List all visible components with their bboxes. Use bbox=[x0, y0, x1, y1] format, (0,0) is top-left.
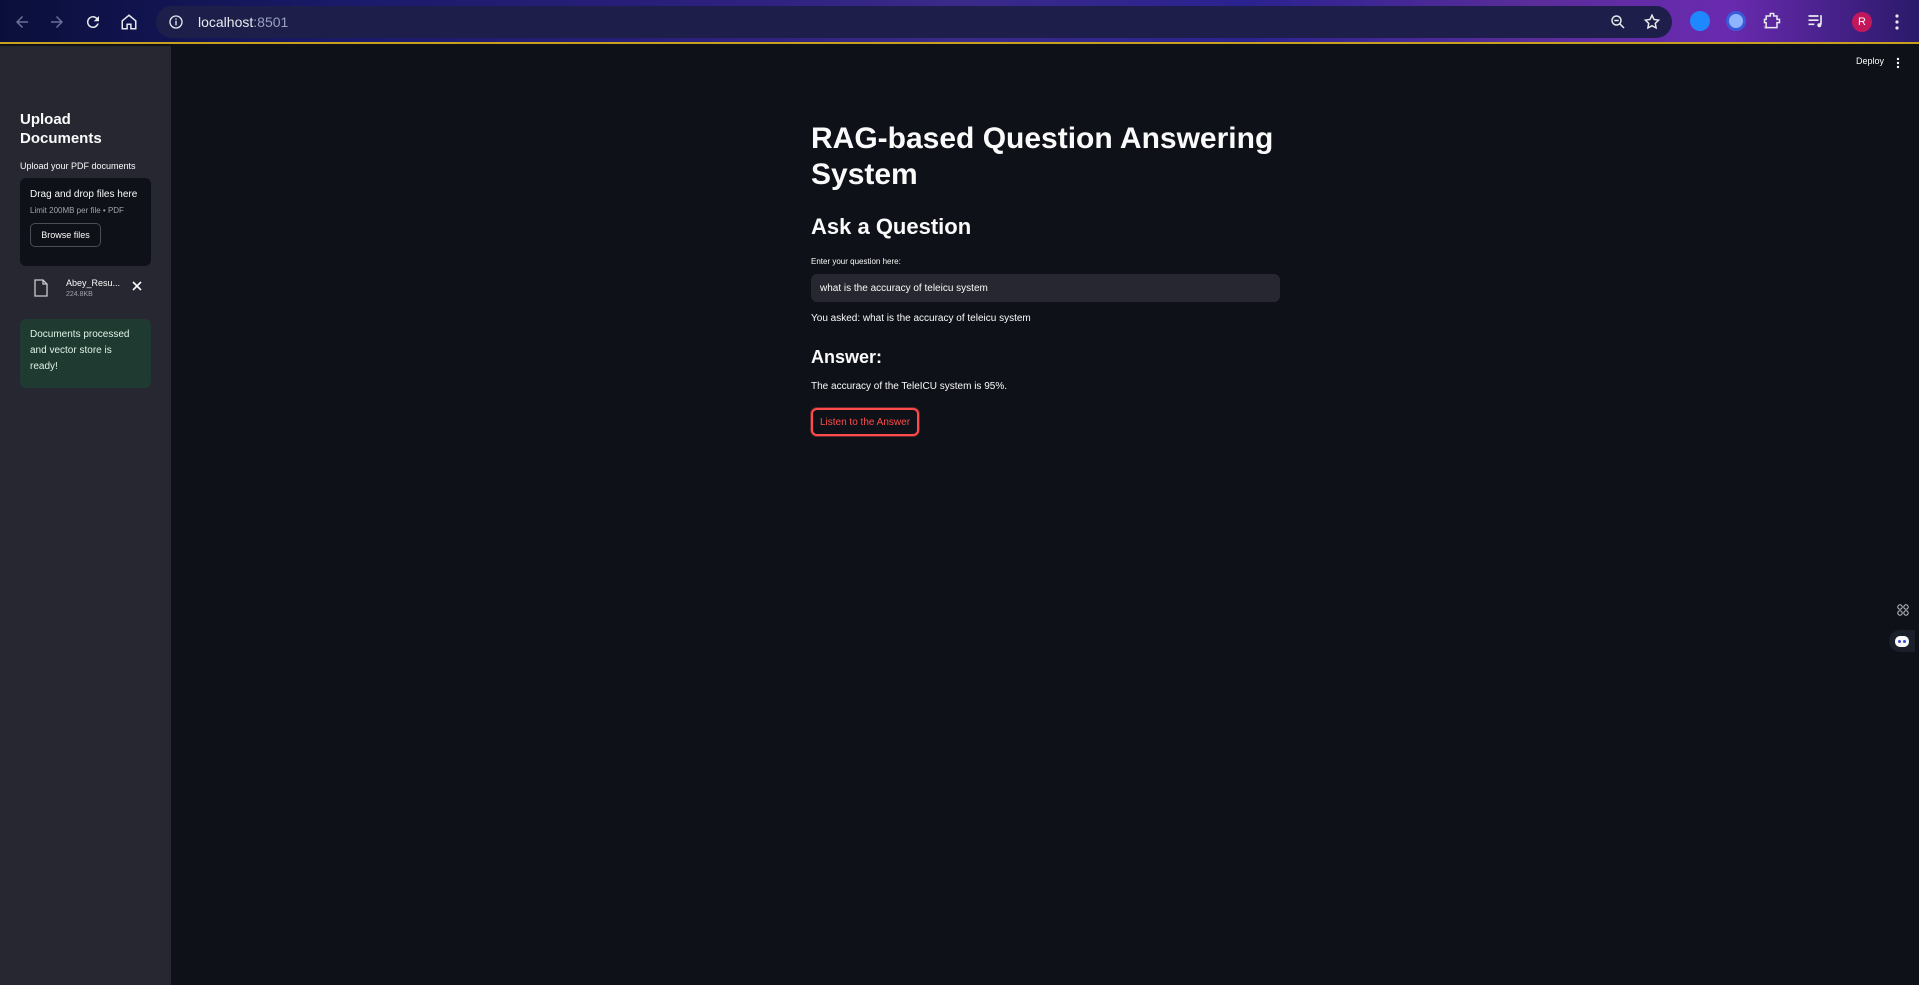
media-queue-icon[interactable] bbox=[1806, 11, 1826, 31]
file-name: Abey_Resu... bbox=[66, 278, 121, 288]
file-icon bbox=[34, 279, 48, 297]
url-text: localhost:8501 bbox=[198, 14, 288, 30]
answer-text: The accuracy of the TeleICU system is 95… bbox=[811, 381, 1008, 392]
extension-shazam-icon[interactable] bbox=[1690, 11, 1710, 31]
extensions-area bbox=[1690, 11, 1826, 31]
main-menu-icon[interactable] bbox=[1896, 57, 1900, 69]
question-label: Enter your question here: bbox=[811, 257, 901, 266]
url-port: :8501 bbox=[253, 14, 289, 30]
url-host: localhost bbox=[198, 14, 254, 30]
zoom-icon[interactable] bbox=[1608, 12, 1628, 32]
dropzone-limit: Limit 200MB per file • PDF bbox=[30, 206, 124, 215]
browser-menu-icon[interactable] bbox=[1894, 13, 1900, 31]
ask-heading: Ask a Question bbox=[811, 214, 972, 239]
address-bar[interactable]: localhost:8501 bbox=[156, 6, 1672, 38]
deploy-button[interactable]: Deploy bbox=[1856, 56, 1884, 66]
bot-icon bbox=[1895, 636, 1909, 647]
asked-echo: You asked: what is the accuracy of telei… bbox=[811, 313, 1031, 324]
assistant-widget[interactable] bbox=[1889, 630, 1915, 652]
home-button[interactable] bbox=[115, 8, 143, 36]
grid-widget-icon[interactable] bbox=[1896, 603, 1910, 617]
home-icon bbox=[121, 14, 137, 30]
extension-search-icon[interactable] bbox=[1726, 11, 1746, 31]
sidebar: Upload Documents Upload your PDF documen… bbox=[0, 46, 171, 985]
close-icon[interactable] bbox=[130, 279, 144, 293]
arrow-right-icon bbox=[51, 16, 63, 28]
sidebar-title: Upload Documents bbox=[20, 111, 102, 147]
question-input[interactable] bbox=[811, 274, 1280, 302]
bookmark-star-icon[interactable] bbox=[1642, 12, 1662, 32]
answer-heading: Answer: bbox=[811, 347, 883, 367]
upload-label: Upload your PDF documents bbox=[20, 161, 136, 171]
forward-button[interactable] bbox=[43, 8, 71, 36]
reload-icon bbox=[86, 16, 99, 29]
browser-toolbar: localhost:8501 R bbox=[0, 0, 1919, 44]
profile-avatar[interactable]: R bbox=[1852, 12, 1872, 32]
uploaded-file: Abey_Resu... 224.8KB bbox=[34, 276, 144, 306]
page-title: RAG-based Question Answering System bbox=[811, 122, 1274, 191]
file-size: 224.8KB bbox=[66, 291, 93, 298]
dropzone-title: Drag and drop files here bbox=[30, 189, 138, 200]
listen-button[interactable]: Listen to the Answer bbox=[811, 408, 919, 436]
file-dropzone[interactable]: Drag and drop files here Limit 200MB per… bbox=[20, 178, 151, 266]
site-info-icon[interactable] bbox=[168, 14, 184, 30]
back-button[interactable] bbox=[8, 8, 36, 36]
reload-button[interactable] bbox=[79, 8, 107, 36]
extensions-puzzle-icon[interactable] bbox=[1762, 11, 1782, 31]
arrow-left-icon bbox=[16, 16, 28, 28]
success-alert: Documents processed and vector store is … bbox=[20, 319, 151, 388]
browse-files-button[interactable]: Browse files bbox=[30, 223, 101, 247]
